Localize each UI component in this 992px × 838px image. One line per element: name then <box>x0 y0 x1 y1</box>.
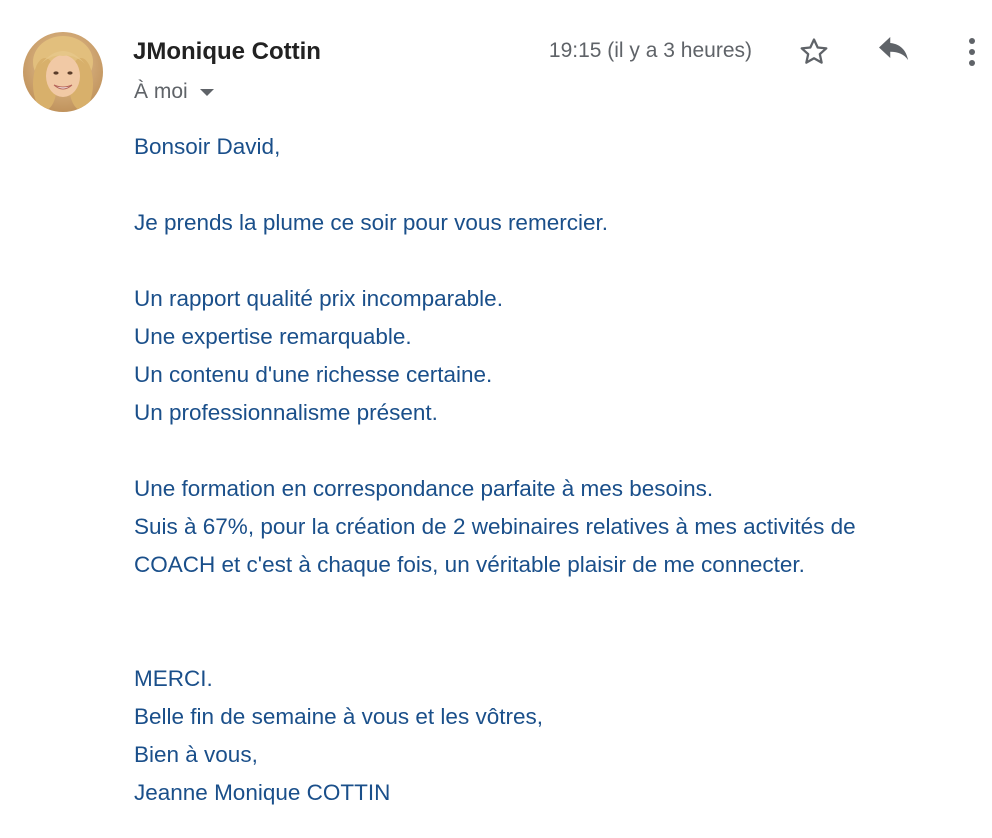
message-timestamp: 19:15 (il y a 3 heures) <box>548 39 752 62</box>
signature: Jeanne Monique COTTIN <box>134 780 391 805</box>
chevron-down-icon <box>199 88 214 96</box>
intro-line: Je prends la plume ce soir pour vous rem… <box>134 210 608 235</box>
star-outline-icon <box>800 38 828 64</box>
avatar-image <box>23 32 103 112</box>
paragraph-line: COACH et c'est à chaque fois, un véritab… <box>134 552 805 577</box>
point-line: Un contenu d'une richesse certaine. <box>134 362 493 387</box>
point-line: Une expertise remarquable. <box>134 324 412 349</box>
paragraph-line: Une formation en correspondance parfaite… <box>134 476 714 501</box>
closing-line: Bien à vous, <box>134 742 258 767</box>
paragraph-line: Suis à 67%, pour la création de 2 webina… <box>134 514 856 539</box>
greeting: Bonsoir David, <box>134 134 281 159</box>
reply-button[interactable] <box>872 30 916 74</box>
point-line: Un rapport qualité prix incomparable. <box>134 286 503 311</box>
star-button[interactable] <box>792 30 836 74</box>
recipient-dropdown[interactable]: À moi <box>134 78 214 106</box>
closing-line: Belle fin de semaine à vous et les vôtre… <box>134 704 543 729</box>
sender-avatar[interactable] <box>23 32 103 112</box>
reply-icon <box>879 37 909 60</box>
more-options-button[interactable] <box>950 30 992 74</box>
sender-name: JMonique Cottin <box>133 38 321 65</box>
more-vertical-icon <box>969 38 975 66</box>
point-line: Un professionnalisme présent. <box>134 400 438 425</box>
recipient-label: À moi <box>134 80 188 103</box>
closing-line: MERCI. <box>134 666 213 691</box>
message-body: Bonsoir David, Je prends la plume ce soi… <box>134 128 984 812</box>
